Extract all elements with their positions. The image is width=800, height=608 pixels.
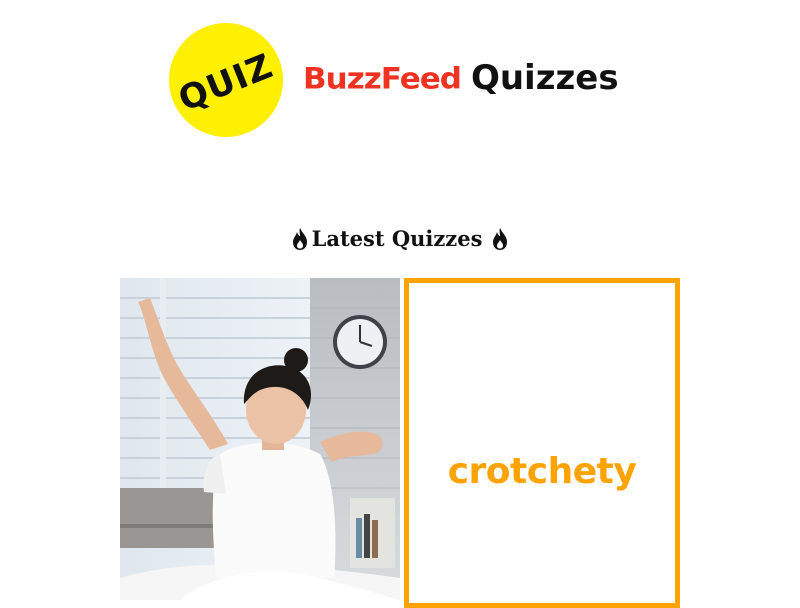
site-header: QUIZ BuzzFeed Quizzes	[0, 0, 800, 160]
quiz-badge-text: QUIZ	[173, 46, 279, 120]
quiz-logo-badge[interactable]: QUIZ	[169, 23, 283, 137]
quiz-card-word-text: crotchety	[447, 451, 637, 492]
quiz-card-word[interactable]: crotchety	[404, 278, 680, 608]
latest-quizzes-heading: Latest Quizzes	[0, 226, 800, 251]
flame-icon	[292, 227, 307, 250]
brand-logo[interactable]: BuzzFeed Quizzes	[303, 58, 619, 98]
section-title-text: Latest Quizzes	[311, 226, 483, 251]
woman-stretching-photo	[120, 278, 400, 600]
buzzfeed-wordmark: BuzzFeed	[303, 61, 462, 97]
quiz-card-image[interactable]	[120, 278, 400, 600]
quizzes-wordmark: Quizzes	[470, 58, 619, 98]
flame-icon	[493, 227, 508, 250]
